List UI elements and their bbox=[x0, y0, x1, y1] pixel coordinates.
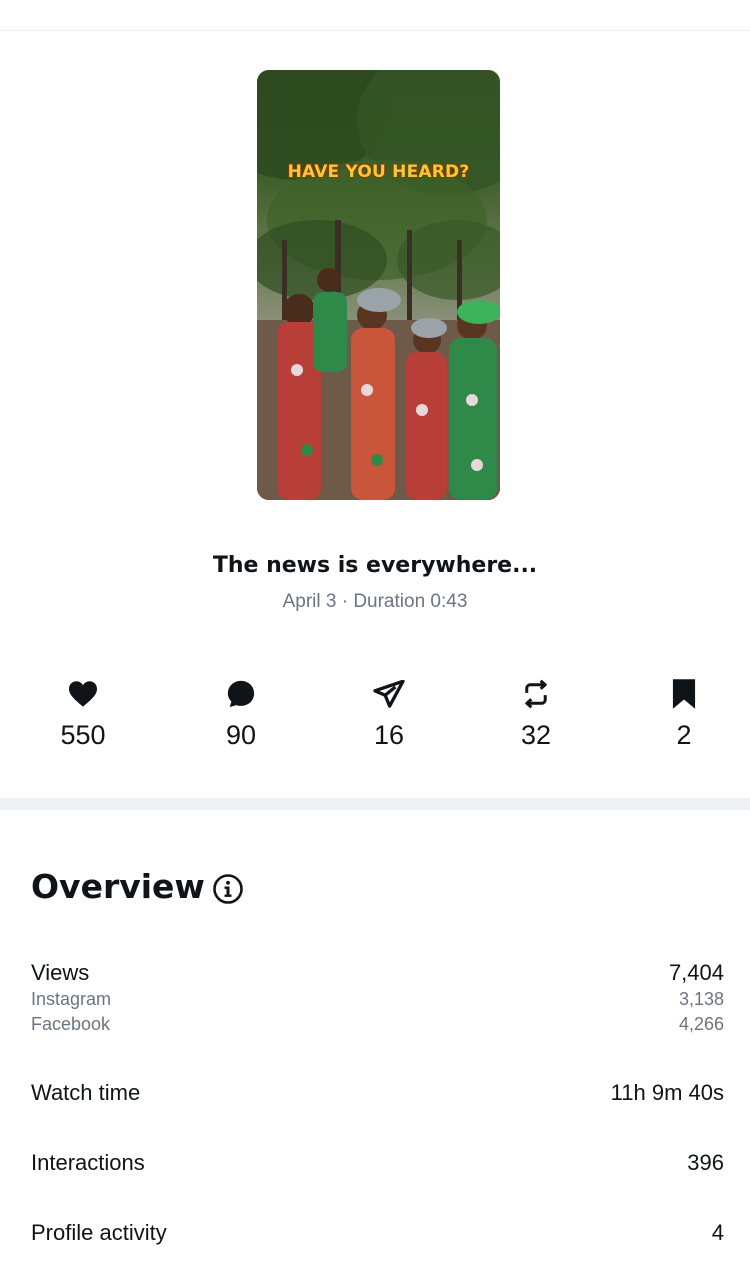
instagram-label: Instagram bbox=[31, 989, 112, 1009]
repost-icon bbox=[525, 679, 547, 709]
instagram-value: 3,138 bbox=[678, 989, 724, 1009]
share-icon bbox=[373, 680, 405, 708]
stat-reposts: 32 bbox=[476, 674, 596, 751]
saves-count: 2 bbox=[676, 720, 692, 750]
shares-count: 16 bbox=[373, 720, 405, 750]
post-title: The news is everywhere... bbox=[212, 553, 538, 578]
info-icon[interactable] bbox=[212, 873, 244, 905]
top-divider bbox=[0, 30, 750, 31]
stat-likes: 550 bbox=[23, 674, 143, 751]
comments-count: 90 bbox=[225, 720, 257, 750]
watch-time-label: Watch time bbox=[31, 1080, 141, 1105]
post-meta: April 3 · Duration 0:43 bbox=[282, 591, 468, 612]
profile-activity-value: 4 bbox=[711, 1220, 724, 1245]
stat-saves: 2 bbox=[624, 674, 744, 751]
stat-comments: 90 bbox=[181, 674, 301, 751]
stat-shares: 16 bbox=[329, 674, 449, 751]
interactions-value: 396 bbox=[687, 1150, 724, 1175]
views-value: 7,404 bbox=[668, 960, 724, 985]
profile-activity-label: Profile activity bbox=[31, 1220, 167, 1245]
views-label: Views bbox=[31, 960, 90, 985]
overview-title: Overview bbox=[31, 867, 205, 906]
thumbnail-scene bbox=[257, 70, 500, 500]
comment-icon bbox=[227, 680, 255, 708]
reposts-count: 32 bbox=[520, 720, 552, 750]
watch-time-value: 11h 9m 40s bbox=[610, 1080, 724, 1105]
thumbnail-caption: HAVE YOU HEARD? bbox=[287, 162, 470, 182]
interactions-label: Interactions bbox=[31, 1150, 145, 1175]
facebook-label: Facebook bbox=[31, 1014, 111, 1034]
facebook-value: 4,266 bbox=[678, 1014, 724, 1034]
heart-icon bbox=[69, 681, 97, 707]
likes-count: 550 bbox=[60, 720, 106, 750]
video-thumbnail[interactable]: HAVE YOU HEARD? bbox=[257, 70, 500, 500]
section-divider bbox=[0, 798, 750, 810]
bookmark-icon bbox=[672, 679, 696, 709]
